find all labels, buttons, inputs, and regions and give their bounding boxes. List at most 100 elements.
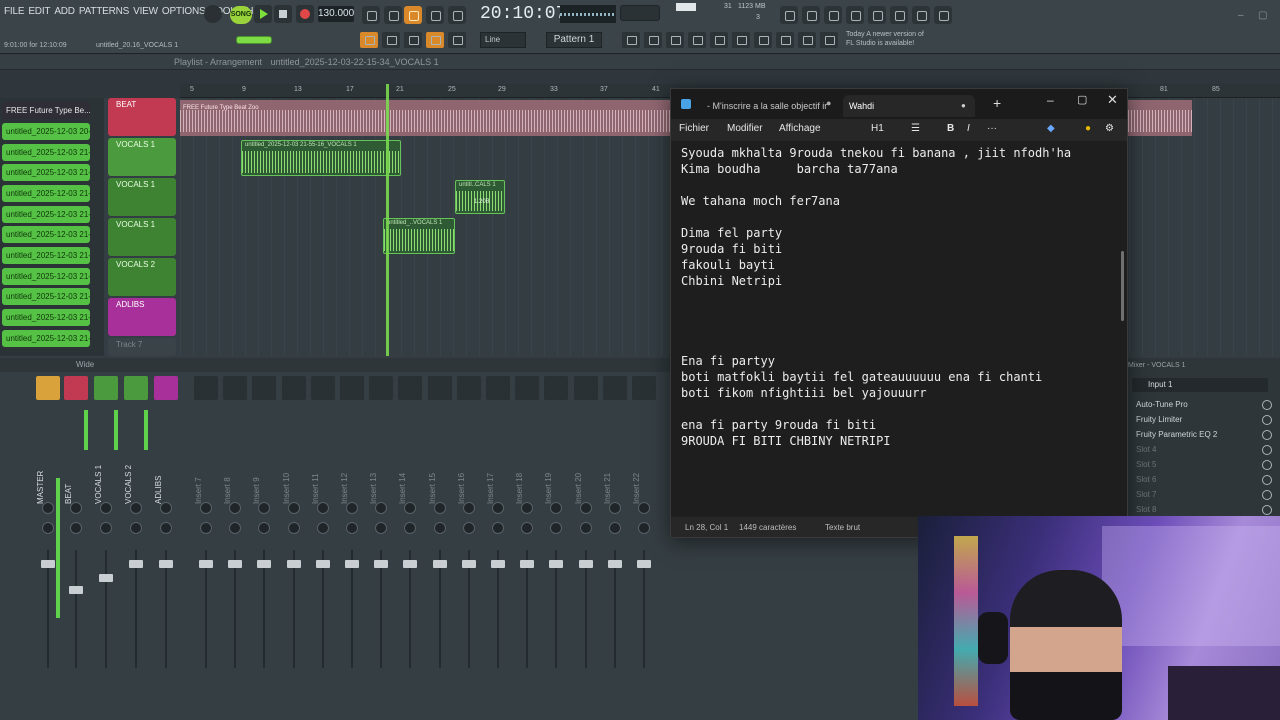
pan-knob[interactable] — [200, 522, 212, 534]
menu-view[interactable]: VIEW — [133, 6, 158, 17]
pattern-item[interactable]: untitled_2025-12-03 21-... — [2, 288, 90, 305]
pattern-item[interactable]: untitled_2025-12-03 21-... — [2, 268, 90, 285]
track-header-vocals-1b[interactable]: VOCALS 1 — [108, 178, 176, 216]
volume-fader[interactable] — [432, 560, 447, 568]
strip-number[interactable] — [124, 376, 148, 400]
mixer-strip[interactable]: Insert 7 — [192, 374, 220, 714]
new-tab-icon[interactable]: + — [993, 95, 1001, 111]
pan-knob[interactable] — [579, 522, 592, 534]
pattern-item[interactable]: FREE Future Type Be... — [2, 102, 90, 119]
pan-knob[interactable] — [404, 502, 417, 514]
playlist-icon[interactable] — [622, 32, 640, 48]
mixer-strip[interactable]: Insert 20 — [572, 374, 600, 714]
playhead[interactable] — [386, 84, 389, 356]
pan-knob[interactable] — [287, 502, 300, 514]
piano-roll-icon[interactable] — [644, 32, 662, 48]
strip-number[interactable] — [369, 376, 394, 400]
link-icon[interactable] — [798, 32, 816, 48]
mixer-strip[interactable]: Insert 18 — [513, 374, 541, 714]
pattern-item[interactable]: untitled_2025-12-03 21-... — [2, 309, 90, 326]
notepad-text-area[interactable]: Syouda mkhalta 9rouda tnekou fi banana ,… — [671, 141, 1127, 516]
pan-knob[interactable] — [550, 502, 563, 514]
pan-knob[interactable] — [100, 502, 112, 514]
pattern-item[interactable]: untitled_2025-12-03 21-... — [2, 226, 90, 243]
tempo-display[interactable]: 130.000 — [318, 6, 354, 22]
mixer-strip[interactable]: Insert 17 — [484, 374, 512, 714]
snap-select[interactable]: Line — [480, 32, 526, 48]
strip-number[interactable] — [456, 376, 481, 400]
heading-select[interactable]: H1 — [871, 123, 884, 134]
fx-slot[interactable]: Auto-Tune Pro — [1136, 398, 1272, 412]
track-header-vocals-1[interactable]: VOCALS 1 — [108, 138, 176, 176]
cut-icon[interactable] — [802, 6, 820, 24]
chat-icon[interactable] — [912, 6, 930, 24]
slot-enable-icon[interactable] — [1262, 400, 1272, 410]
pattern-item[interactable]: untitled_2025-12-03 21-... — [2, 144, 90, 161]
pan-knob[interactable] — [160, 502, 172, 514]
refresh-icon[interactable] — [780, 6, 798, 24]
menu-affichage[interactable]: Affichage — [779, 123, 821, 134]
mixer-strip[interactable]: BEAT — [62, 374, 90, 714]
pattern-item[interactable]: untitled_2025-12-03 21-... — [2, 206, 90, 223]
tempo-tap-icon[interactable] — [820, 32, 838, 48]
mixer-strip[interactable]: Insert 10 — [280, 374, 308, 714]
strip-number[interactable] — [544, 376, 569, 400]
pattern-mode-icon[interactable] — [360, 32, 378, 48]
strip-number[interactable] — [427, 376, 452, 400]
pan-knob[interactable] — [316, 522, 329, 534]
pan-knob[interactable] — [462, 502, 475, 514]
magnet-icon[interactable] — [426, 32, 444, 48]
pan-knob[interactable] — [492, 502, 504, 514]
pan-knob[interactable] — [375, 502, 388, 514]
pan-knob[interactable] — [258, 522, 271, 534]
menu-fichier[interactable]: Fichier — [679, 123, 709, 134]
pan-knob[interactable] — [42, 522, 54, 534]
mixer-icon[interactable] — [688, 32, 706, 48]
notepad-scrollbar[interactable] — [1121, 251, 1124, 321]
mixer-strip[interactable]: Insert 15 — [426, 374, 454, 714]
volume-fader[interactable] — [199, 560, 213, 568]
track-header-vocals-2[interactable]: VOCALS 2 — [108, 258, 176, 296]
strip-number[interactable] — [223, 376, 248, 400]
pan-knob[interactable] — [404, 522, 417, 534]
pan-knob[interactable] — [521, 502, 534, 514]
project-icon[interactable] — [732, 32, 750, 48]
touch-icon[interactable] — [776, 32, 794, 48]
pan-knob[interactable] — [608, 502, 621, 514]
volume-fader[interactable] — [549, 560, 564, 568]
download-icon[interactable] — [934, 6, 952, 24]
account-icon[interactable]: ● — [1085, 123, 1091, 134]
volume-fader[interactable] — [491, 560, 505, 568]
maximize-icon[interactable]: ▢ — [1258, 10, 1267, 21]
mixer-strip[interactable]: VOCALS 1 — [92, 374, 120, 714]
record-button[interactable] — [296, 5, 314, 23]
list-icon[interactable]: ☰ — [911, 123, 920, 134]
audio-clip[interactable]: untitled_2025-12-03 21-55-16_VOCALS 1 — [241, 140, 401, 176]
fx-slot[interactable]: Slot 5 — [1136, 458, 1272, 472]
metronome-icon[interactable] — [362, 6, 380, 24]
slot-enable-icon[interactable] — [1262, 475, 1272, 485]
pan-knob[interactable] — [130, 522, 142, 534]
menu-file[interactable]: FILE — [4, 6, 25, 17]
save-icon[interactable] — [868, 6, 886, 24]
pan-knob[interactable] — [638, 522, 650, 534]
pan-knob[interactable] — [229, 502, 242, 514]
render-icon[interactable] — [890, 6, 908, 24]
strip-number[interactable] — [194, 376, 218, 400]
slot-enable-icon[interactable] — [1262, 460, 1272, 470]
blend-notes-icon[interactable] — [426, 6, 444, 24]
news-panel[interactable]: Today A newer version of FL Studio is av… — [846, 30, 938, 50]
strip-number[interactable] — [154, 376, 178, 400]
pan-knob[interactable] — [70, 502, 82, 514]
strip-number[interactable] — [486, 376, 510, 400]
pan-knob[interactable] — [287, 522, 300, 534]
pan-knob[interactable] — [200, 502, 212, 514]
strip-number[interactable] — [398, 376, 423, 400]
strip-number[interactable] — [252, 376, 277, 400]
slot-enable-icon[interactable] — [1262, 445, 1272, 455]
track-header-vocals-1c[interactable]: VOCALS 1 — [108, 218, 176, 256]
notepad-tab-2[interactable]: Wahdi ● — [843, 95, 975, 117]
bold-icon[interactable]: B — [947, 123, 954, 134]
volume-fader[interactable] — [345, 560, 359, 568]
volume-fader[interactable] — [286, 560, 301, 568]
